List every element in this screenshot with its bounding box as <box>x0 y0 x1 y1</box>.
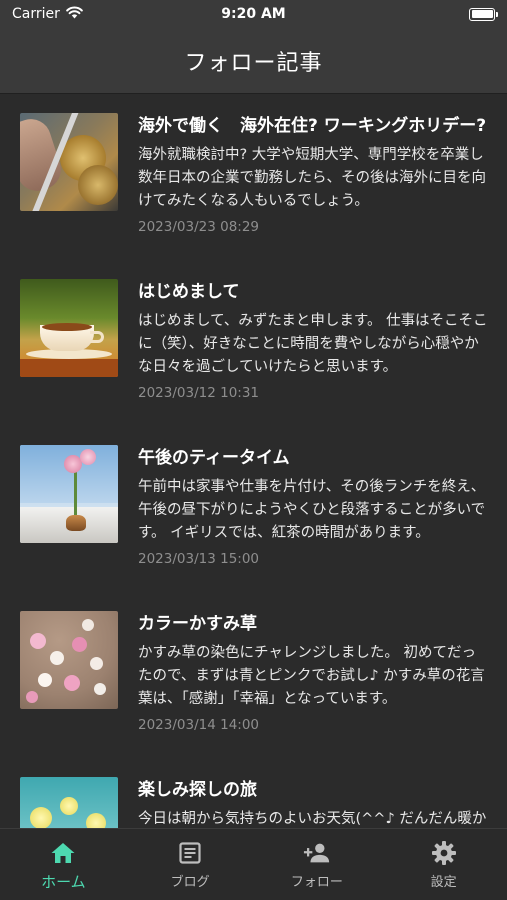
article-item[interactable]: 海外で働く 海外在住? ワーキングホリデー? 海外就職検討中? 大学や短期大学、… <box>0 94 507 260</box>
article-thumbnail <box>20 113 118 211</box>
home-icon <box>49 839 77 867</box>
article-excerpt: かすみ草の染色にチャレンジしました。 初めてだったので、まずは青とピンクでお試し… <box>138 645 485 707</box>
article-title: 海外で働く 海外在住? ワーキングホリデー? <box>138 116 487 136</box>
article-item[interactable]: はじめまして はじめまして、みずたまと申します。 仕事はそこそこに（笑）、好きな… <box>0 260 507 426</box>
thumb-flower-shape <box>30 807 52 828</box>
thumb-window-shape <box>20 445 118 503</box>
article-date: 2023/03/23 08:29 <box>138 219 260 235</box>
article-thumbnail <box>20 611 118 709</box>
thumb-vase-shape <box>66 515 86 531</box>
thumb-blossom-shape <box>82 619 94 631</box>
article-title: はじめまして <box>138 282 240 302</box>
article-excerpt: 午前中は家事や仕事を片付け、その後ランチを終え、午後の昼下がりにようやくひと段落… <box>138 479 486 541</box>
thumb-handle-shape <box>90 331 104 343</box>
tab-label: 設定 <box>430 875 457 890</box>
thumb-blossom-shape <box>50 651 64 665</box>
tab-follow[interactable]: フォロー <box>254 829 381 900</box>
page-title: フォロー記事 <box>184 50 323 76</box>
article-excerpt: はじめまして、みずたまと申します。 仕事はそこそこに（笑）、好きなことに時間を費… <box>138 313 488 375</box>
status-bar: Carrier 9:20 AM <box>0 0 507 28</box>
article-icon <box>176 839 204 867</box>
thumb-bloom-shape <box>80 449 96 465</box>
article-item[interactable]: 楽しみ探しの旅 今日は朝から気持ちのよいお天気(^^♪ だんだん暖かくなってきま… <box>0 758 507 828</box>
tab-home[interactable]: ホーム <box>0 829 127 900</box>
tab-label: フォロー <box>290 875 343 890</box>
article-title: カラーかすみ草 <box>138 614 257 634</box>
thumb-coin-shape <box>78 165 118 205</box>
article-date: 2023/03/12 10:31 <box>138 385 260 401</box>
tab-blog[interactable]: ブログ <box>127 829 254 900</box>
battery-icon <box>469 7 498 21</box>
article-body: カラーかすみ草 かすみ草の染色にチャレンジしました。 初めてだったので、まずは青… <box>138 611 488 758</box>
article-body: 楽しみ探しの旅 今日は朝から気持ちのよいお天気(^^♪ だんだん暖かくなってきま… <box>138 777 488 828</box>
thumb-blossom-shape <box>72 637 87 652</box>
wifi-icon <box>66 6 83 23</box>
status-left: Carrier <box>12 6 83 23</box>
article-item[interactable]: カラーかすみ草 かすみ草の染色にチャレンジしました。 初めてだったので、まずは青… <box>0 592 507 758</box>
article-thumbnail <box>20 279 118 377</box>
article-date: 2023/03/13 15:00 <box>138 551 260 567</box>
thumb-flower-shape <box>60 797 78 815</box>
thumb-tea-shape <box>42 323 92 331</box>
article-title: 午後のティータイム <box>138 448 290 468</box>
thumb-blossom-shape <box>64 675 80 691</box>
article-title: 楽しみ探しの旅 <box>138 780 257 800</box>
tab-settings[interactable]: 設定 <box>380 829 507 900</box>
thumb-blossom-shape <box>94 683 106 695</box>
battery-fill <box>471 10 493 18</box>
article-date: 2023/03/14 14:00 <box>138 717 260 733</box>
status-right <box>469 7 498 21</box>
thumb-table-shape <box>20 359 118 377</box>
article-body: はじめまして はじめまして、みずたまと申します。 仕事はそこそこに（笑）、好きな… <box>138 279 488 426</box>
article-item[interactable]: 午後のティータイム 午前中は家事や仕事を片付け、その後ランチを終え、午後の昼下が… <box>0 426 507 592</box>
thumb-flower-shape <box>86 813 106 828</box>
tab-label: ホーム <box>41 873 86 891</box>
gear-icon <box>430 839 458 867</box>
thumb-stem-shape <box>74 469 77 519</box>
thumb-blossom-shape <box>30 633 46 649</box>
thumb-blossom-shape <box>26 691 38 703</box>
tab-bar: ホーム ブログ フォロー 設定 <box>0 828 507 900</box>
thumb-blossom-shape <box>38 673 52 687</box>
carrier-label: Carrier <box>12 6 60 22</box>
app-screen: Carrier 9:20 AM フォロー記事 海外で働く 海外在住? ワーキング… <box>0 0 507 900</box>
tab-label: ブログ <box>170 875 210 890</box>
article-body: 午後のティータイム 午前中は家事や仕事を片付け、その後ランチを終え、午後の昼下が… <box>138 445 488 592</box>
article-body: 海外で働く 海外在住? ワーキングホリデー? 海外就職検討中? 大学や短期大学、… <box>138 113 488 260</box>
article-excerpt: 海外就職検討中? 大学や短期大学、専門学校を卒業し数年日本の企業で勤務したら、そ… <box>138 147 486 209</box>
person-add-icon <box>303 839 331 867</box>
article-list[interactable]: 海外で働く 海外在住? ワーキングホリデー? 海外就職検討中? 大学や短期大学、… <box>0 94 507 828</box>
article-thumbnail <box>20 777 118 828</box>
article-excerpt: 今日は朝から気持ちのよいお天気(^^♪ だんだん暖かくなってきました。 <box>138 811 487 827</box>
article-thumbnail <box>20 445 118 543</box>
thumb-blossom-shape <box>90 657 103 670</box>
navigation-bar: フォロー記事 <box>0 28 507 94</box>
